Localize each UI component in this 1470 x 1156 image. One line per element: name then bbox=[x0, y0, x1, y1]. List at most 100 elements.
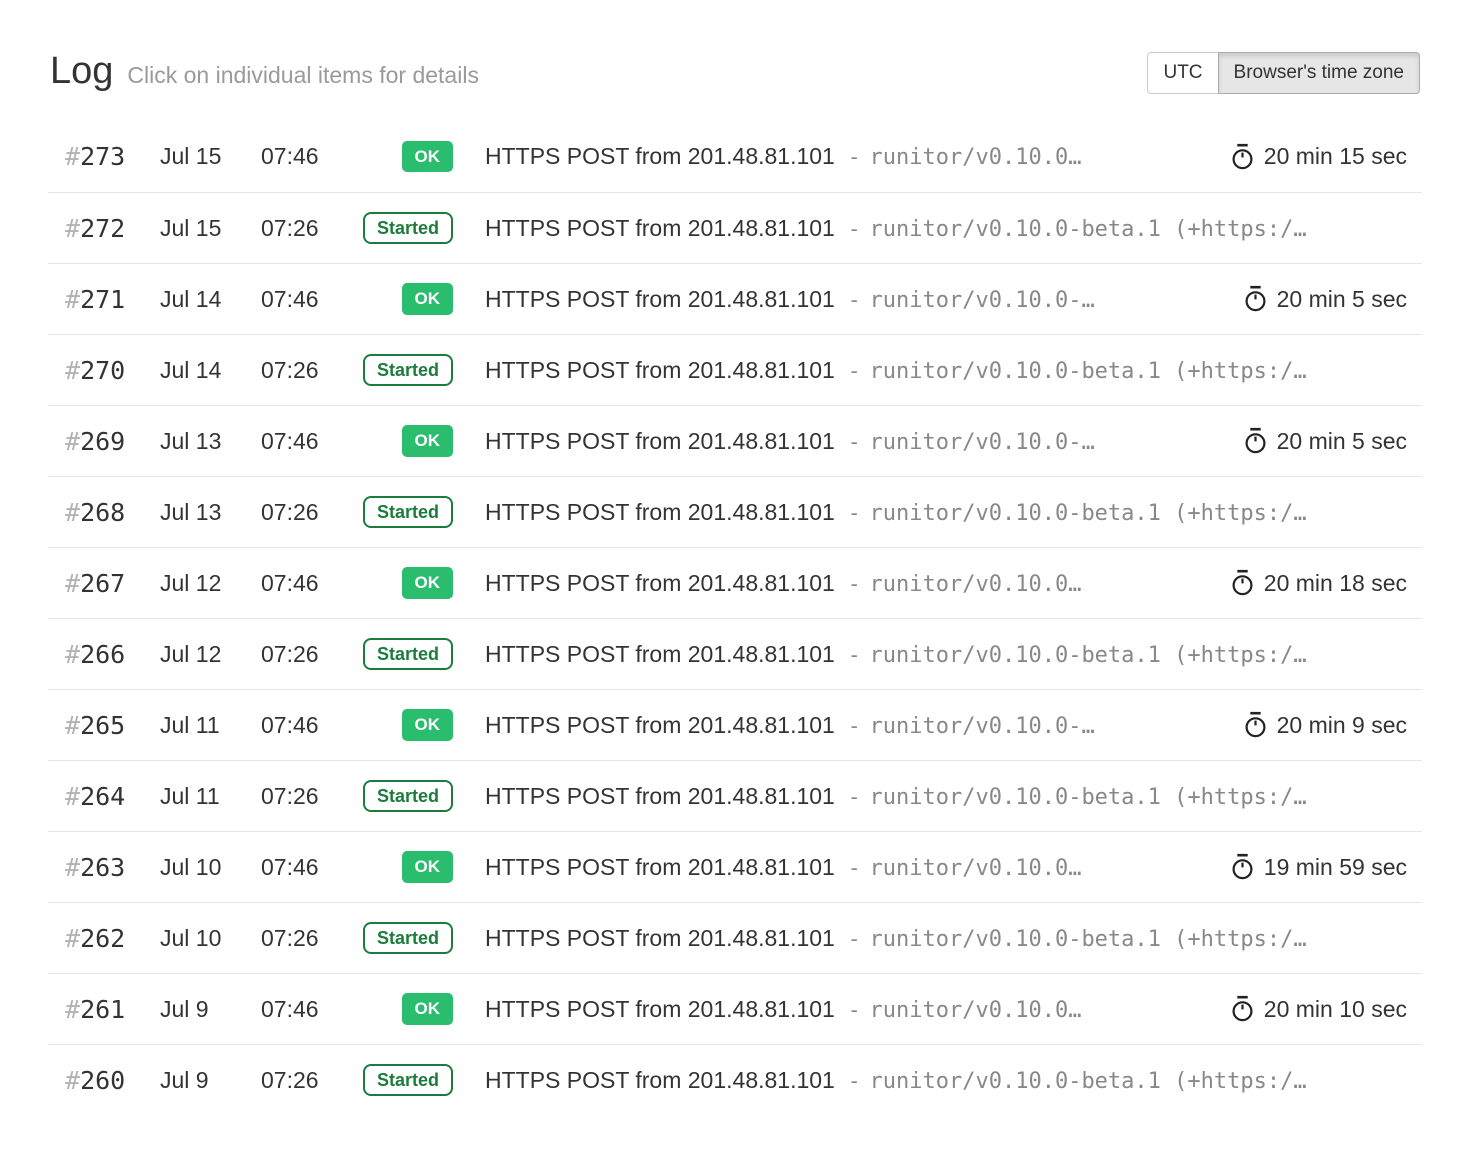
event-text: HTTPS POST from 201.48.81.101 bbox=[485, 925, 835, 951]
event-description: HTTPS POST from 201.48.81.101-runitor/v0… bbox=[453, 499, 1422, 526]
event-number: #265 bbox=[48, 711, 160, 740]
event-number-hash: # bbox=[65, 285, 80, 314]
event-duration: 20 min 10 sec bbox=[1230, 995, 1422, 1023]
event-number: #261 bbox=[48, 995, 160, 1024]
event-number-digits: 265 bbox=[80, 711, 125, 740]
event-number-digits: 272 bbox=[80, 214, 125, 243]
event-number-hash: # bbox=[65, 569, 80, 598]
event-agent: runitor/v0.10.0-… bbox=[870, 714, 1095, 739]
log-row[interactable]: #273 Jul 15 07:46 OK HTTPS POST from 201… bbox=[48, 121, 1422, 192]
page-header: Log Click on individual items for details… bbox=[48, 48, 1422, 98]
event-duration-text: 20 min 18 sec bbox=[1264, 570, 1407, 597]
browser-time-zone-button[interactable]: Browser's time zone bbox=[1218, 52, 1420, 95]
log-row[interactable]: #261 Jul 9 07:46 OK HTTPS POST from 201.… bbox=[48, 973, 1422, 1044]
event-duration-text: 20 min 15 sec bbox=[1264, 143, 1407, 170]
status-badge: Started bbox=[363, 638, 453, 671]
event-number: #268 bbox=[48, 498, 160, 527]
status-badge: OK bbox=[402, 993, 454, 1025]
event-duration-text: 19 min 59 sec bbox=[1264, 854, 1407, 881]
event-separator: - bbox=[848, 501, 861, 525]
log-row[interactable]: #267 Jul 12 07:46 OK HTTPS POST from 201… bbox=[48, 547, 1422, 618]
log-row[interactable]: #269 Jul 13 07:46 OK HTTPS POST from 201… bbox=[48, 405, 1422, 476]
event-number-hash: # bbox=[65, 782, 80, 811]
event-description: HTTPS POST from 201.48.81.101-runitor/v0… bbox=[453, 286, 1243, 313]
status-badge-cell: Started bbox=[341, 212, 453, 245]
status-badge: OK bbox=[402, 567, 454, 599]
event-separator: - bbox=[848, 145, 861, 169]
log-row[interactable]: #265 Jul 11 07:46 OK HTTPS POST from 201… bbox=[48, 689, 1422, 760]
event-number: #260 bbox=[48, 1066, 160, 1095]
event-number: #267 bbox=[48, 569, 160, 598]
event-date: Jul 12 bbox=[160, 641, 261, 668]
utc-button[interactable]: UTC bbox=[1147, 52, 1218, 95]
event-number-digits: 264 bbox=[80, 782, 125, 811]
status-badge: OK bbox=[402, 283, 454, 315]
timezone-toggle: UTC Browser's time zone bbox=[1147, 52, 1420, 95]
status-badge-cell: Started bbox=[341, 638, 453, 671]
event-time: 07:26 bbox=[261, 499, 341, 526]
event-separator: - bbox=[848, 1069, 861, 1093]
event-time: 07:46 bbox=[261, 854, 341, 881]
page-title: Log Click on individual items for details bbox=[50, 48, 479, 98]
status-badge-cell: Started bbox=[341, 1064, 453, 1097]
event-description: HTTPS POST from 201.48.81.101-runitor/v0… bbox=[453, 712, 1243, 739]
log-row[interactable]: #264 Jul 11 07:26 Started HTTPS POST fro… bbox=[48, 760, 1422, 831]
event-number-hash: # bbox=[65, 1066, 80, 1095]
log-row[interactable]: #260 Jul 9 07:26 Started HTTPS POST from… bbox=[48, 1044, 1422, 1115]
stopwatch-icon bbox=[1243, 711, 1268, 739]
event-duration: 20 min 5 sec bbox=[1243, 285, 1422, 313]
event-number-hash: # bbox=[65, 214, 80, 243]
event-duration-text: 20 min 5 sec bbox=[1277, 286, 1407, 313]
log-row[interactable]: #268 Jul 13 07:26 Started HTTPS POST fro… bbox=[48, 476, 1422, 547]
event-duration-text: 20 min 9 sec bbox=[1277, 712, 1407, 739]
event-agent: runitor/v0.10.0… bbox=[870, 145, 1082, 170]
event-number-digits: 269 bbox=[80, 427, 125, 456]
status-badge-cell: OK bbox=[341, 851, 453, 883]
log-row[interactable]: #271 Jul 14 07:46 OK HTTPS POST from 201… bbox=[48, 263, 1422, 334]
event-description: HTTPS POST from 201.48.81.101-runitor/v0… bbox=[453, 925, 1422, 952]
event-separator: - bbox=[848, 785, 861, 809]
log-row[interactable]: #263 Jul 10 07:46 OK HTTPS POST from 201… bbox=[48, 831, 1422, 902]
event-number: #273 bbox=[48, 142, 160, 171]
event-separator: - bbox=[848, 572, 861, 596]
event-text: HTTPS POST from 201.48.81.101 bbox=[485, 286, 835, 312]
event-separator: - bbox=[848, 359, 861, 383]
event-agent: runitor/v0.10.0-beta.1 (+https:/… bbox=[870, 501, 1307, 526]
event-time: 07:26 bbox=[261, 641, 341, 668]
event-text: HTTPS POST from 201.48.81.101 bbox=[485, 996, 835, 1022]
status-badge: OK bbox=[402, 141, 454, 173]
event-agent: runitor/v0.10.0-beta.1 (+https:/… bbox=[870, 785, 1307, 810]
event-time: 07:46 bbox=[261, 712, 341, 739]
event-agent: runitor/v0.10.0-beta.1 (+https:/… bbox=[870, 217, 1307, 242]
status-badge: Started bbox=[363, 496, 453, 529]
log-row[interactable]: #272 Jul 15 07:26 Started HTTPS POST fro… bbox=[48, 192, 1422, 263]
event-agent: runitor/v0.10.0-beta.1 (+https:/… bbox=[870, 1069, 1307, 1094]
page-subtitle: Click on individual items for details bbox=[127, 62, 479, 88]
status-badge-cell: Started bbox=[341, 922, 453, 955]
status-badge: Started bbox=[363, 212, 453, 245]
event-time: 07:46 bbox=[261, 570, 341, 597]
event-separator: - bbox=[848, 643, 861, 667]
event-agent: runitor/v0.10.0-beta.1 (+https:/… bbox=[870, 927, 1307, 952]
log-row[interactable]: #262 Jul 10 07:26 Started HTTPS POST fro… bbox=[48, 902, 1422, 973]
status-badge: OK bbox=[402, 425, 454, 457]
event-date: Jul 15 bbox=[160, 143, 261, 170]
status-badge-cell: OK bbox=[341, 567, 453, 599]
event-description: HTTPS POST from 201.48.81.101-runitor/v0… bbox=[453, 428, 1243, 455]
log-row[interactable]: #270 Jul 14 07:26 Started HTTPS POST fro… bbox=[48, 334, 1422, 405]
log-row[interactable]: #266 Jul 12 07:26 Started HTTPS POST fro… bbox=[48, 618, 1422, 689]
event-time: 07:26 bbox=[261, 215, 341, 242]
event-time: 07:26 bbox=[261, 357, 341, 384]
event-text: HTTPS POST from 201.48.81.101 bbox=[485, 854, 835, 880]
status-badge: Started bbox=[363, 1064, 453, 1097]
event-number: #263 bbox=[48, 853, 160, 882]
event-time: 07:26 bbox=[261, 1067, 341, 1094]
event-number-digits: 262 bbox=[80, 924, 125, 953]
event-date: Jul 14 bbox=[160, 357, 261, 384]
event-description: HTTPS POST from 201.48.81.101-runitor/v0… bbox=[453, 854, 1230, 881]
event-number-digits: 270 bbox=[80, 356, 125, 385]
event-text: HTTPS POST from 201.48.81.101 bbox=[485, 1067, 835, 1093]
stopwatch-icon bbox=[1230, 995, 1255, 1023]
event-description: HTTPS POST from 201.48.81.101-runitor/v0… bbox=[453, 783, 1422, 810]
page-title-text: Log bbox=[50, 50, 113, 92]
